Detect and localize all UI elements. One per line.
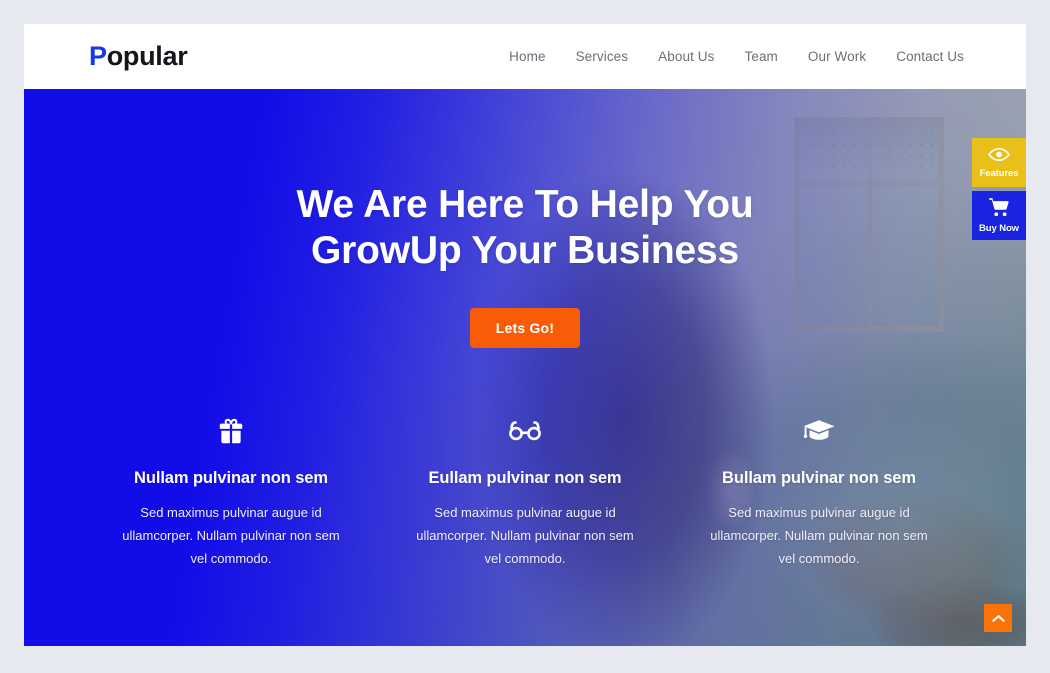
features-side-button[interactable]: Features [972,138,1026,187]
nav-item-team[interactable]: Team [744,49,777,64]
graduation-cap-icon [690,411,948,451]
page-frame: Popular Home Services About Us Team Our … [24,24,1026,646]
hero-title-line-1: We Are Here To Help You [296,183,754,226]
side-action-buttons: Features Buy Now [972,138,1026,240]
brand-accent-letter: P [89,41,107,71]
hero-cta-button[interactable]: Lets Go! [469,308,581,349]
nav-item-services[interactable]: Services [576,49,629,64]
feature-columns: Nullam pulvinar non sem Sed maximus pulv… [24,411,1026,570]
feature-description: Sed maximus pulvinar augue id ullamcorpe… [416,505,634,566]
feature-title: Nullam pulvinar non sem [134,469,328,487]
eye-icon [988,147,1010,167]
main-navigation: Home Services About Us Team Our Work Con… [509,49,986,64]
feature-title: Eullam pulvinar non sem [428,469,622,487]
features-side-button-label: Features [979,167,1019,179]
gift-icon [102,411,360,451]
feature-column: Nullam pulvinar non sem Sed maximus pulv… [84,411,378,570]
chevron-up-icon [991,611,1005,626]
nav-item-about-us[interactable]: About Us [658,49,714,64]
hero-section: We Are Here To Help You GrowUp Your Busi… [24,89,1026,646]
shopping-cart-icon [988,197,1010,222]
buy-now-side-button[interactable]: Buy Now [972,191,1026,240]
nav-item-contact-us[interactable]: Contact Us [896,49,964,64]
nav-item-home[interactable]: Home [509,49,545,64]
site-header: Popular Home Services About Us Team Our … [24,24,1026,89]
buy-now-side-button-label: Buy Now [979,223,1019,235]
feature-column: Eullam pulvinar non sem Sed maximus pulv… [378,411,672,570]
glasses-icon [396,411,654,451]
feature-column: Bullam pulvinar non sem Sed maximus pulv… [672,411,966,570]
scroll-to-top-button[interactable] [984,604,1012,632]
feature-title: Bullam pulvinar non sem [722,469,916,487]
brand-logo[interactable]: Popular [89,41,188,72]
feature-description: Sed maximus pulvinar augue id ullamcorpe… [122,505,340,566]
hero-title-line-2: GrowUp Your Business [311,229,739,273]
brand-rest: opular [106,41,188,71]
feature-description: Sed maximus pulvinar augue id ullamcorpe… [710,505,928,566]
nav-item-our-work[interactable]: Our Work [808,49,866,64]
hero-title: We Are Here To Help You GrowUp Your Busi… [296,182,753,274]
